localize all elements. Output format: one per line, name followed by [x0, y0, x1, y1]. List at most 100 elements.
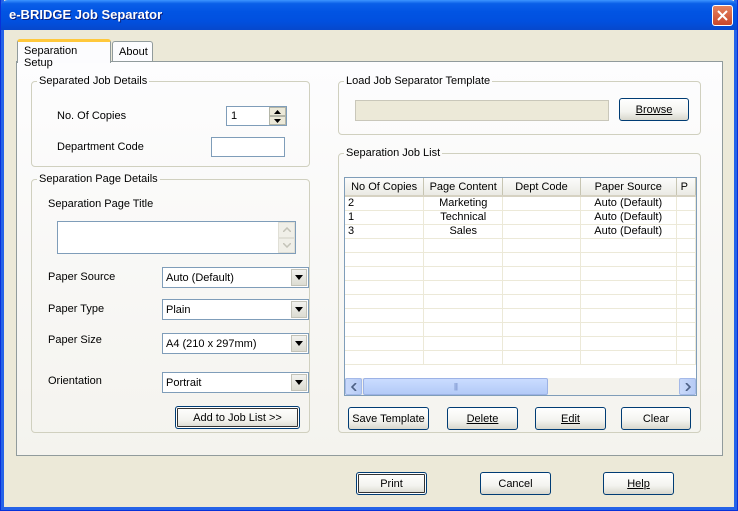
delete-button[interactable]: Delete: [447, 407, 518, 430]
column-header-page-content[interactable]: Page Content: [423, 178, 504, 197]
spin-down-button[interactable]: [269, 116, 286, 125]
app-window: e-BRIDGE Job Separator Separation Setup …: [0, 0, 738, 511]
table-row-empty: [345, 238, 696, 253]
edit-label: Edit: [561, 412, 580, 425]
paper-type-label: Paper Type: [48, 303, 105, 315]
save-template-label: Save Template: [352, 412, 425, 425]
scroll-up-button[interactable]: [278, 222, 295, 238]
cell-page-content: Technical: [423, 210, 504, 225]
add-to-job-list-label: Add to Job List >>: [193, 411, 282, 424]
cell-paper-source: Auto (Default): [580, 224, 677, 239]
column-header-truncated[interactable]: P: [676, 178, 696, 197]
edit-button[interactable]: Edit: [535, 407, 606, 430]
copies-stepper[interactable]: 1: [226, 106, 287, 126]
help-button[interactable]: Help: [603, 472, 674, 495]
browse-label: Browse: [635, 103, 673, 116]
load-template-legend: Load Job Separator Template: [346, 75, 491, 87]
table-row-empty: [345, 322, 696, 337]
job-list-horizontal-scrollbar[interactable]: |||: [345, 378, 696, 395]
cell-paper-source: Auto (Default): [580, 196, 677, 211]
table-row[interactable]: 3 Sales Auto (Default): [345, 224, 696, 239]
close-button[interactable]: [712, 5, 733, 26]
orientation-dropdown-button[interactable]: [291, 374, 307, 391]
paper-source-label: Paper Source: [48, 271, 116, 283]
paper-type-select[interactable]: Plain: [162, 299, 309, 320]
job-list-header-row: No Of Copies Page Content Dept Code Pape…: [345, 178, 696, 197]
separation-page-details-legend: Separation Page Details: [39, 173, 158, 185]
separation-page-title-label: Separation Page Title: [48, 198, 154, 210]
print-button[interactable]: Print: [356, 472, 427, 495]
paper-size-select[interactable]: A4 (210 x 297mm): [162, 333, 309, 354]
paper-type-dropdown-button[interactable]: [291, 301, 307, 318]
tab-about-label: About: [119, 46, 148, 58]
cell-copies: 2: [345, 196, 425, 211]
cell-extra: [676, 210, 696, 225]
cell-copies: 1: [345, 210, 425, 225]
table-row[interactable]: 2 Marketing Auto (Default): [345, 196, 696, 211]
separation-page-title-input[interactable]: [57, 221, 296, 254]
table-row[interactable]: 1 Technical Auto (Default): [345, 210, 696, 225]
print-label: Print: [380, 477, 403, 490]
copies-label: No. Of Copies: [57, 110, 127, 122]
orientation-value: Portrait: [166, 377, 202, 389]
paper-source-select[interactable]: Auto (Default): [162, 267, 309, 288]
save-template-button[interactable]: Save Template: [348, 407, 429, 430]
title-scrollbar[interactable]: [278, 222, 295, 253]
cell-dept-code: [502, 196, 581, 211]
arrow-up-icon: [274, 109, 281, 114]
cell-dept-code: [502, 210, 581, 225]
chevron-left-icon: [350, 382, 357, 391]
department-code-label: Department Code: [57, 141, 144, 153]
scroll-left-button[interactable]: [345, 378, 362, 395]
cell-dept-code: [502, 224, 581, 239]
job-list-table[interactable]: No Of Copies Page Content Dept Code Pape…: [344, 177, 697, 396]
column-header-paper-source[interactable]: Paper Source: [580, 178, 677, 197]
scroll-thumb[interactable]: |||: [363, 378, 548, 395]
title-bar[interactable]: e-BRIDGE Job Separator: [1, 0, 737, 30]
cell-extra: [676, 224, 696, 239]
clear-button[interactable]: Clear: [621, 407, 691, 430]
cell-paper-source: Auto (Default): [580, 210, 677, 225]
window-title: e-BRIDGE Job Separator: [9, 7, 163, 22]
cell-copies: 3: [345, 224, 425, 239]
separation-job-list-legend: Separation Job List: [346, 147, 441, 159]
delete-label: Delete: [466, 412, 499, 425]
table-row-empty: [345, 280, 696, 295]
scroll-down-button[interactable]: [278, 237, 295, 253]
paper-size-dropdown-button[interactable]: [291, 335, 307, 352]
dropdown-arrow-icon: [295, 307, 303, 312]
copies-value: 1: [231, 110, 238, 122]
spin-up-button[interactable]: [269, 107, 286, 116]
tab-separation-setup[interactable]: Separation Setup: [17, 39, 111, 69]
clear-label: Clear: [642, 412, 670, 425]
column-header-dept-code[interactable]: Dept Code: [502, 178, 581, 197]
orientation-select[interactable]: Portrait: [162, 372, 309, 393]
dropdown-arrow-icon: [295, 275, 303, 280]
chevron-right-icon: [684, 382, 691, 391]
cell-extra: [676, 196, 696, 211]
table-row-empty: [345, 252, 696, 267]
table-row-empty: [345, 336, 696, 351]
tab-about[interactable]: About: [112, 41, 153, 61]
column-header-copies[interactable]: No Of Copies: [345, 178, 425, 197]
arrow-down-icon: [274, 118, 281, 123]
paper-source-value: Auto (Default): [166, 272, 234, 284]
add-to-job-list-button[interactable]: Add to Job List >>: [175, 406, 300, 429]
separated-job-details-legend: Separated Job Details: [39, 75, 148, 87]
close-icon: [717, 10, 728, 21]
cancel-label: Cancel: [498, 477, 533, 490]
scroll-thumb-grip: |||: [453, 382, 458, 391]
paper-type-value: Plain: [166, 304, 191, 316]
scroll-right-button[interactable]: [679, 378, 696, 395]
cell-page-content: Marketing: [423, 196, 504, 211]
table-row-empty: [345, 350, 696, 365]
table-row-empty: [345, 266, 696, 281]
table-row-empty: [345, 308, 696, 323]
paper-source-dropdown-button[interactable]: [291, 269, 307, 286]
cancel-button[interactable]: Cancel: [480, 472, 551, 495]
cell-page-content: Sales: [423, 224, 504, 239]
orientation-label: Orientation: [48, 375, 102, 387]
browse-button[interactable]: Browse: [619, 98, 689, 121]
chevron-up-icon: [282, 227, 291, 233]
department-code-input[interactable]: [211, 137, 285, 157]
